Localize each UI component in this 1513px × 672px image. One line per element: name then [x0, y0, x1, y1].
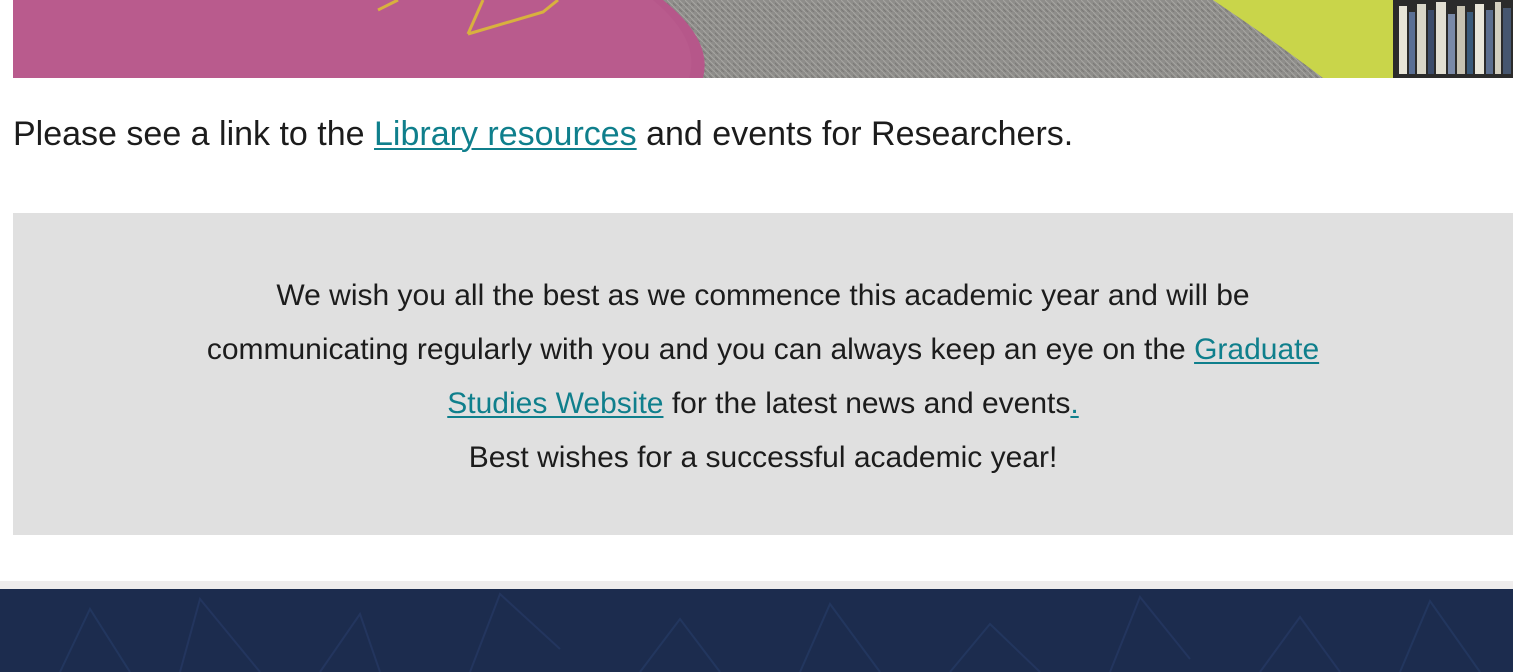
section-divider: [0, 581, 1513, 589]
library-photo: [13, 0, 1513, 78]
graduate-studies-website-link-part1[interactable]: Graduate: [1194, 333, 1319, 366]
notice-closing-line: Best wishes for a successful academic ye…: [468, 441, 1058, 474]
period-link[interactable]: .: [1070, 387, 1078, 420]
library-photo-image: [13, 0, 1513, 78]
notice-line-2: communicating regularly with you and you…: [13, 323, 1513, 377]
welcome-notice-box: We wish you all the best as we commence …: [13, 213, 1513, 535]
footer-band: [0, 589, 1513, 672]
notice-line-2-text: communicating regularly with you and you…: [206, 333, 1195, 366]
notice-line-1: We wish you all the best as we commence …: [276, 279, 1250, 312]
library-intro-text: Please see a link to the Library resourc…: [13, 114, 1073, 154]
notice-line-3: Studies Website for the latest news and …: [13, 377, 1513, 431]
intro-text-after: and events for Researchers.: [636, 115, 1074, 153]
email-page: Please see a link to the Library resourc…: [0, 0, 1513, 672]
library-resources-link[interactable]: Library resources: [374, 115, 637, 153]
footer-pattern-graphic: [0, 589, 1513, 672]
graduate-studies-website-link-part2[interactable]: Studies Website: [447, 387, 663, 420]
notice-line-3-text: for the latest news and events: [663, 387, 1071, 420]
intro-text-before: Please see a link to the: [13, 115, 375, 153]
